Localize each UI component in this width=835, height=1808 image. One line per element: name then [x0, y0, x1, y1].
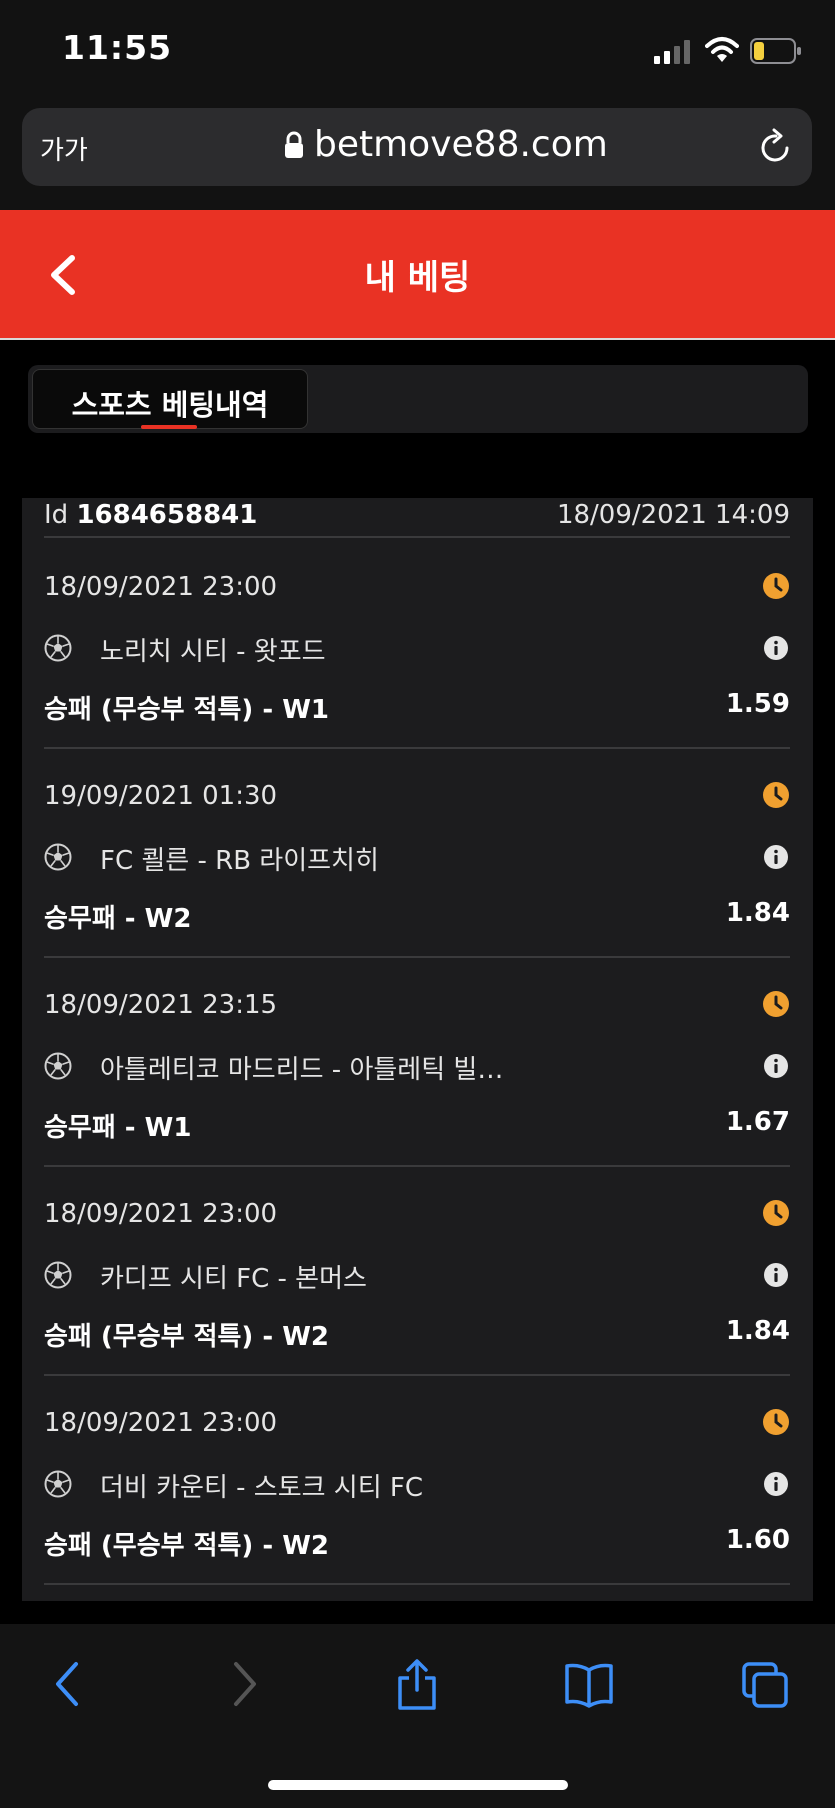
- battery-icon: [750, 38, 801, 64]
- bookmarks-icon[interactable]: [564, 1658, 614, 1710]
- selection-match: FC 쾰른 - RB 라이프치히: [100, 846, 379, 876]
- tab-sports-bet-history[interactable]: 스포츠 베팅내역: [32, 369, 308, 429]
- selection-market: 승패 (무승부 적특) - W2: [44, 1322, 329, 1352]
- wifi-icon: [705, 37, 739, 62]
- url-text: betmove88.com: [314, 124, 608, 165]
- selection-time: 18/09/2021 23:15: [44, 990, 278, 1020]
- info-icon[interactable]: [764, 1472, 788, 1496]
- browser-toolbar: [0, 1624, 835, 1808]
- soccer-ball-icon: [44, 634, 72, 662]
- clock-icon: [762, 1199, 790, 1227]
- reload-icon[interactable]: [758, 128, 794, 166]
- status-bar: 11:55: [0, 0, 835, 100]
- lock-icon: [285, 131, 303, 158]
- selection-odds: 1.84: [725, 1316, 790, 1346]
- bet-selection: 18/09/2021 23:15 아틀레티코 마드리드 - 아틀레틱 빌… 승무패 …: [44, 958, 790, 1167]
- selection-time: 18/09/2021 23:00: [44, 1199, 278, 1229]
- bet-selection: 18/09/2021 23:00 더비 카운티 - 스토크 시티 FC 승패 (무승…: [44, 1376, 790, 1585]
- selection-match: 노리치 시티 - 왓포드: [100, 637, 326, 667]
- bet-card: Id 1684658841 18/09/2021 14:09 18/09/202…: [22, 498, 813, 1601]
- selection-market: 승무패 - W2: [44, 904, 192, 934]
- selection-market: 승패 (무승부 적특) - W1: [44, 695, 329, 725]
- selection-market: 승패 (무승부 적특) - W2: [44, 1531, 329, 1561]
- bet-selection: 18/09/2021 23:00 노리치 시티 - 왓포드승패 (무승부 적특) …: [44, 540, 790, 749]
- clock-icon: [762, 990, 790, 1018]
- share-icon[interactable]: [392, 1658, 442, 1710]
- soccer-ball-icon: [44, 1261, 72, 1289]
- info-icon[interactable]: [764, 636, 788, 660]
- tabs-icon[interactable]: [740, 1658, 790, 1710]
- bet-selection: 18/09/2021 23:00 카디프 시티 FC - 본머스승패 (무승부 적…: [44, 1167, 790, 1376]
- clock-icon: [762, 572, 790, 600]
- bet-header: Id 1684658841 18/09/2021 14:09: [44, 498, 790, 538]
- bet-id: Id 1684658841: [44, 500, 257, 530]
- selection-market: 승무패 - W1: [44, 1113, 192, 1143]
- selection-time: 18/09/2021 23:00: [44, 1408, 278, 1438]
- selection-odds: 1.59: [725, 689, 790, 719]
- selection-odds: 1.60: [725, 1525, 790, 1555]
- selection-odds: 1.67: [725, 1107, 790, 1137]
- bet-placed-date: 18/09/2021 14:09: [556, 500, 790, 530]
- url-display[interactable]: betmove88.com: [284, 124, 608, 165]
- browser-chrome: 가가 betmove88.com: [0, 100, 835, 210]
- selection-time: 18/09/2021 23:00: [44, 572, 278, 602]
- info-icon[interactable]: [764, 1263, 788, 1287]
- soccer-ball-icon: [44, 1052, 72, 1080]
- back-icon[interactable]: [44, 1658, 94, 1710]
- app-header: 내 베팅: [0, 210, 835, 340]
- bet-id-prefix: Id: [44, 500, 69, 530]
- address-bar[interactable]: 가가 betmove88.com: [22, 108, 812, 186]
- selection-time: 19/09/2021 01:30: [44, 781, 278, 811]
- tab-active-indicator: [141, 425, 197, 429]
- clock-icon: [762, 1408, 790, 1436]
- home-indicator: [268, 1780, 568, 1790]
- text-size-button[interactable]: 가가: [40, 130, 88, 167]
- tab-label: 스포츠 베팅내역: [71, 388, 269, 422]
- soccer-ball-icon: [44, 1470, 72, 1498]
- tab-bar: 스포츠 베팅내역: [28, 365, 808, 433]
- soccer-ball-icon: [44, 843, 72, 871]
- status-time: 11:55: [62, 28, 173, 67]
- info-icon[interactable]: [764, 1054, 788, 1078]
- bet-id-value: 1684658841: [76, 500, 258, 530]
- selection-match: 더비 카운티 - 스토크 시티 FC: [100, 1473, 424, 1503]
- info-icon[interactable]: [764, 845, 788, 869]
- bet-selection: 19/09/2021 01:30 FC 쾰른 - RB 라이프치히승무패 - W2…: [44, 749, 790, 958]
- selection-match: 아틀레티코 마드리드 - 아틀레틱 빌…: [100, 1055, 504, 1085]
- clock-icon: [762, 781, 790, 809]
- signal-icon: [654, 40, 690, 64]
- page-title: 내 베팅: [364, 258, 471, 298]
- forward-icon[interactable]: [218, 1658, 268, 1710]
- selection-odds: 1.84: [725, 898, 790, 928]
- selection-match: 카디프 시티 FC - 본머스: [100, 1264, 367, 1294]
